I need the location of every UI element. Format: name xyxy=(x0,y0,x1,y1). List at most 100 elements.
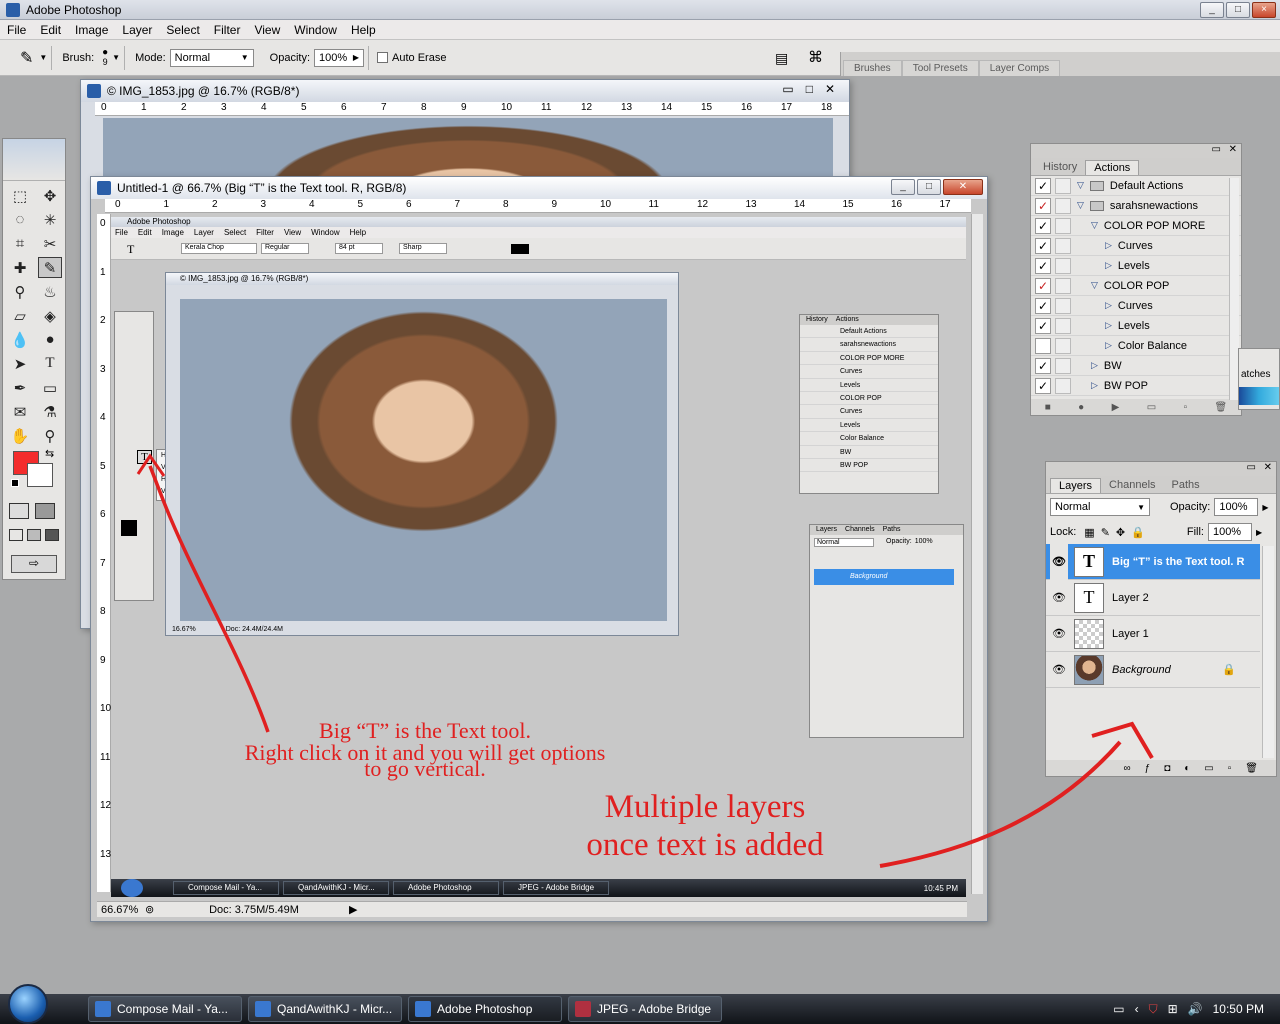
action-toggle-checkbox[interactable]: ✓ xyxy=(1035,277,1051,294)
dialog-toggle[interactable] xyxy=(1055,197,1071,214)
tab-channels[interactable]: Channels xyxy=(1101,478,1163,493)
expand-triangle-icon[interactable]: ▽ xyxy=(1077,180,1084,191)
status-menu-icon[interactable]: ▶ xyxy=(349,903,357,916)
blend-mode-select[interactable]: Normal ▼ xyxy=(1050,498,1150,516)
dialog-toggle[interactable] xyxy=(1055,337,1071,354)
expand-triangle-icon[interactable]: ▽ xyxy=(1077,200,1084,211)
action-row[interactable]: ✓ ▽ COLOR POP xyxy=(1031,276,1241,296)
menu-window[interactable]: Window xyxy=(287,23,344,37)
healing-brush-tool-icon[interactable]: ✚ xyxy=(8,257,32,278)
minimize-button[interactable]: _ xyxy=(891,179,915,195)
paint-bucket-tool-icon[interactable]: ◈ xyxy=(38,305,62,326)
preset-dropdown-icon[interactable]: ▼ xyxy=(39,53,47,62)
action-row[interactable]: ✓ ▷ BW xyxy=(1031,356,1241,376)
volume-icon[interactable]: 🔊 xyxy=(1188,1002,1203,1016)
clock[interactable]: 10:50 PM xyxy=(1213,1002,1264,1016)
brush-dropdown-icon[interactable]: ▼ xyxy=(112,53,120,62)
lock-position-icon[interactable]: ✥ xyxy=(1116,526,1125,539)
dialog-toggle[interactable] xyxy=(1055,357,1071,374)
new-set-icon[interactable]: ▭ xyxy=(1147,402,1156,413)
collapse-triangle-icon[interactable]: ▷ xyxy=(1105,320,1112,331)
dialog-toggle[interactable] xyxy=(1055,317,1071,334)
menu-view[interactable]: View xyxy=(247,23,287,37)
doc-back-titlebar[interactable]: © IMG_1853.jpg @ 16.7% (RGB/8*) ▭ □ ✕ xyxy=(81,80,849,102)
action-row[interactable]: ✓ ▽ Default Actions xyxy=(1031,176,1241,196)
play-icon[interactable]: ▶ xyxy=(1112,402,1120,413)
hand-tool-icon[interactable]: ✋ xyxy=(8,425,32,446)
swap-colors-icon[interactable]: ⇆ xyxy=(45,447,54,460)
menu-file[interactable]: File xyxy=(0,23,33,37)
jump-to-imageready-icon[interactable]: ⇨ xyxy=(11,555,57,573)
action-row[interactable]: ✓ ▷ Curves xyxy=(1031,236,1241,256)
show-desktop-icon[interactable]: ▭ xyxy=(1113,1002,1124,1016)
panel-minimize-icon[interactable]: ▭ xyxy=(1212,144,1221,155)
close-button[interactable]: ✕ xyxy=(943,179,983,195)
taskbar-button-mail[interactable]: Compose Mail - Ya... xyxy=(88,996,242,1022)
action-row[interactable]: ✓ ▷ Levels xyxy=(1031,256,1241,276)
eye-icon[interactable]: 👁 xyxy=(1050,543,1068,580)
doc-front-titlebar[interactable]: Untitled-1 @ 66.7% (Big “T” is the Text … xyxy=(91,177,987,199)
actions-panel-header[interactable]: ▭ ✕ xyxy=(1031,144,1241,158)
dialog-toggle[interactable] xyxy=(1055,277,1071,294)
opacity-input[interactable]: 100% ▶ xyxy=(314,48,365,67)
layer-name[interactable]: Layer 1 xyxy=(1112,628,1149,640)
menu-edit[interactable]: Edit xyxy=(33,23,68,37)
marquee-tool-icon[interactable]: ⬚ xyxy=(8,185,32,206)
stop-icon[interactable]: ■ xyxy=(1045,402,1051,413)
adjustment-layer-icon[interactable]: ◐ xyxy=(1184,763,1190,774)
eraser-tool-icon[interactable]: ▱ xyxy=(8,305,32,326)
standard-mode-icon[interactable] xyxy=(9,503,29,519)
expand-triangle-icon[interactable]: ▷ xyxy=(1091,380,1098,391)
chevron-right-icon[interactable]: ▶ xyxy=(1256,528,1262,537)
layer-row[interactable]: 👁 T Layer 2 xyxy=(1046,580,1260,616)
action-toggle-checkbox[interactable] xyxy=(1035,337,1051,354)
action-toggle-checkbox[interactable]: ✓ xyxy=(1035,297,1051,314)
clone-stamp-tool-icon[interactable]: ⚲ xyxy=(8,281,32,302)
standard-screen-icon[interactable] xyxy=(9,529,23,541)
new-layer-icon[interactable]: ▫ xyxy=(1228,763,1232,774)
eraser-preset-icon[interactable]: ✎ xyxy=(20,48,33,68)
full-screen-icon[interactable] xyxy=(45,529,59,541)
layer-row[interactable]: 👁 T Big “T” is the Text tool. R xyxy=(1046,543,1260,580)
menu-layer[interactable]: Layer xyxy=(115,23,159,37)
network-icon[interactable]: ⊞ xyxy=(1168,1002,1178,1016)
security-shield-icon[interactable]: ⛉ xyxy=(1149,1002,1158,1017)
expand-triangle-icon[interactable]: ▷ xyxy=(1091,360,1098,371)
taskbar-button-bridge[interactable]: JPEG - Adobe Bridge xyxy=(568,996,722,1022)
taskbar-button-word[interactable]: QandAwithKJ - Micr... xyxy=(248,996,402,1022)
move-tool-icon[interactable]: ✥ xyxy=(38,185,62,206)
layer-opacity-input[interactable]: 100% xyxy=(1214,498,1259,516)
background-color-swatch[interactable] xyxy=(27,463,53,487)
notes-tool-icon[interactable]: ✉ xyxy=(8,401,32,422)
layer-row[interactable]: 👁 Layer 1 xyxy=(1046,616,1260,652)
dialog-toggle[interactable] xyxy=(1055,377,1071,394)
magic-wand-tool-icon[interactable]: ✳ xyxy=(38,209,62,230)
new-group-icon[interactable]: ▭ xyxy=(1204,763,1213,774)
action-row[interactable]: ✓ ▷ Curves xyxy=(1031,296,1241,316)
lock-all-icon[interactable]: 🔒 xyxy=(1131,526,1145,539)
new-action-icon[interactable]: ▫ xyxy=(1184,402,1188,413)
collapse-triangle-icon[interactable]: ▷ xyxy=(1105,340,1112,351)
blur-tool-icon[interactable]: 💧 xyxy=(8,329,32,350)
menu-help[interactable]: Help xyxy=(344,23,383,37)
history-brush-tool-icon[interactable]: ♨ xyxy=(38,281,62,302)
layer-name[interactable]: Layer 2 xyxy=(1112,592,1149,604)
zoom-level[interactable]: 66.67% xyxy=(97,904,145,916)
panel-minimize-icon[interactable]: ▭ xyxy=(1247,462,1256,473)
close-icon[interactable]: ✕ xyxy=(825,82,835,96)
action-row[interactable]: ✓ ▽ sarahsnewactions xyxy=(1031,196,1241,216)
action-toggle-checkbox[interactable]: ✓ xyxy=(1035,377,1051,394)
dialog-toggle[interactable] xyxy=(1055,177,1071,194)
lock-transparency-icon[interactable]: ▦ xyxy=(1084,526,1094,539)
eye-icon[interactable]: 👁 xyxy=(1050,627,1068,640)
action-toggle-checkbox[interactable]: ✓ xyxy=(1035,257,1051,274)
dialog-toggle[interactable] xyxy=(1055,237,1071,254)
collapsed-swatches-panel[interactable]: atches xyxy=(1238,348,1280,410)
action-row[interactable]: ✓ ▷ Levels xyxy=(1031,316,1241,336)
action-toggle-checkbox[interactable]: ✓ xyxy=(1035,177,1051,194)
tab-actions[interactable]: Actions xyxy=(1085,160,1140,175)
layers-scrollbar[interactable] xyxy=(1262,546,1274,758)
zoom-tool-icon[interactable]: ⚲ xyxy=(38,425,62,446)
eye-icon[interactable]: 👁 xyxy=(1050,663,1068,676)
mode-select[interactable]: Normal ▼ xyxy=(169,48,254,67)
